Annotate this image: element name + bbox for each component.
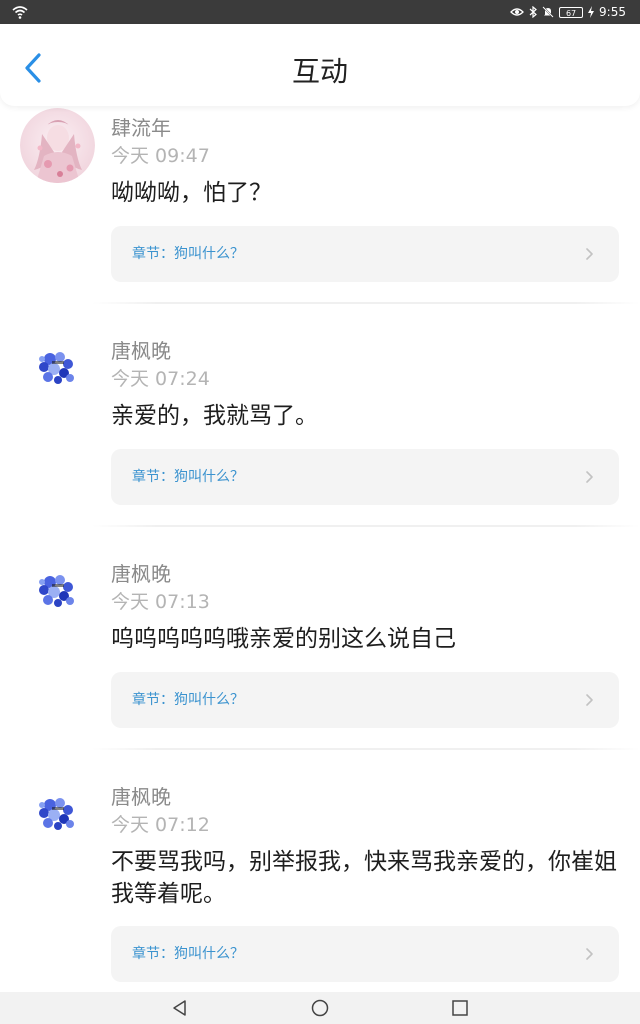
user-avatar[interactable]	[20, 554, 95, 629]
status-icons: 67 9:55	[510, 4, 626, 20]
comment-text: 呦呦呦，怕了？	[111, 180, 272, 206]
app-header: 互动	[0, 24, 640, 106]
user-avatar[interactable]	[20, 777, 95, 852]
comment-item: 唐枫晚 今天 07:12 不要骂我吗，别举报我，快来骂我亲爱的，你崔姐我等着呢。…	[0, 777, 640, 992]
blue-flowers-avatar	[20, 777, 95, 852]
comment-author[interactable]: 唐枫晚	[111, 785, 171, 809]
chapter-link-card[interactable]: 章节：狗叫什么？	[111, 449, 619, 505]
system-nav-bar	[0, 992, 640, 1024]
comment-text: 亲爱的，我就骂了。	[111, 403, 318, 429]
chapter-link-card[interactable]: 章节：狗叫什么？	[111, 672, 619, 728]
comment-author[interactable]: 唐枫晚	[111, 339, 171, 363]
mute-bell-icon	[542, 6, 554, 18]
status-time: 9:55	[599, 5, 626, 19]
eye-icon	[510, 8, 524, 16]
nav-home-circle-icon[interactable]	[310, 998, 330, 1018]
comment-time: 今天 07:13	[111, 591, 210, 613]
comment-item: 唐枫晚 今天 07:13 呜呜呜呜呜哦亲爱的别这么说自己 章节：狗叫什么？	[0, 554, 640, 734]
wifi-icon	[12, 6, 28, 19]
comment-author[interactable]: 肆流年	[111, 116, 171, 140]
comment-text: 不要骂我吗，别举报我，快来骂我亲爱的，你崔姐我等着呢。	[111, 849, 617, 907]
nav-back-triangle-icon[interactable]	[170, 998, 190, 1018]
comment-time: 今天 07:12	[111, 814, 210, 836]
pink-illustration-avatar	[20, 108, 95, 183]
chevron-right-icon	[586, 694, 593, 706]
battery-icon: 67	[559, 6, 584, 18]
blue-flowers-avatar	[20, 331, 95, 406]
app-screen: 67 9:55 互动 肆流年 今天 09:47 呦呦呦，怕了？ 章节：狗叫什么？…	[0, 0, 640, 1024]
user-avatar[interactable]	[20, 108, 95, 183]
comment-item: 肆流年 今天 09:47 呦呦呦，怕了？ 章节：狗叫什么？	[0, 108, 640, 288]
battery-level: 67	[565, 8, 577, 18]
charging-bolt-icon	[588, 6, 595, 18]
chevron-right-icon	[586, 948, 593, 960]
divider	[92, 748, 640, 750]
divider	[92, 525, 640, 527]
bluetooth-icon	[529, 6, 537, 18]
page-title: 互动	[291, 55, 348, 88]
chapter-link-card[interactable]: 章节：狗叫什么？	[111, 926, 619, 982]
chapter-label: 章节：狗叫什么？	[132, 946, 244, 962]
comment-author[interactable]: 唐枫晚	[111, 562, 171, 586]
status-bar: 67 9:55	[0, 0, 640, 24]
chapter-label: 章节：狗叫什么？	[132, 469, 244, 485]
nav-recents-square-icon[interactable]	[450, 998, 470, 1018]
chevron-right-icon	[586, 471, 593, 483]
chapter-label: 章节：狗叫什么？	[132, 692, 244, 708]
comment-text: 呜呜呜呜呜哦亲爱的别这么说自己	[111, 626, 456, 652]
blue-flowers-avatar	[20, 554, 95, 629]
comment-time: 今天 09:47	[111, 145, 210, 167]
user-avatar[interactable]	[20, 331, 95, 406]
comment-feed[interactable]: 肆流年 今天 09:47 呦呦呦，怕了？ 章节：狗叫什么？ 唐枫晚 今天 07:…	[0, 106, 640, 992]
comment-item: 唐枫晚 今天 07:24 亲爱的，我就骂了。 章节：狗叫什么？	[0, 331, 640, 511]
chapter-link-card[interactable]: 章节：狗叫什么？	[111, 226, 619, 282]
divider	[92, 302, 640, 304]
chevron-right-icon	[586, 248, 593, 260]
chapter-label: 章节：狗叫什么？	[132, 246, 244, 262]
comment-time: 今天 07:24	[111, 368, 210, 390]
